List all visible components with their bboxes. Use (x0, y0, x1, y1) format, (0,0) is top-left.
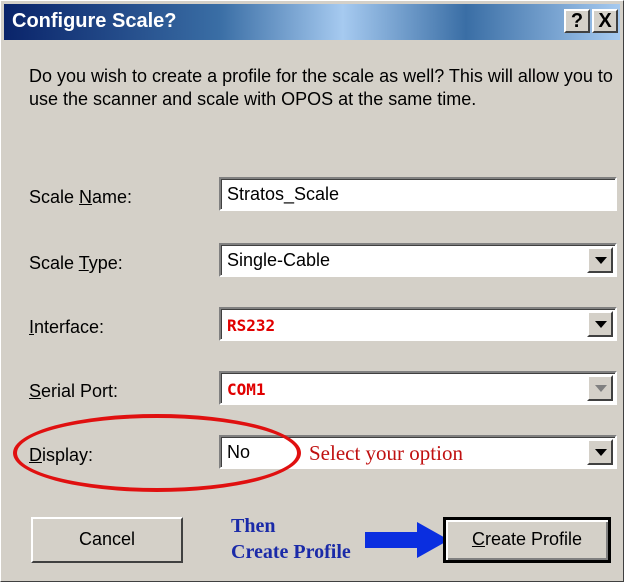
interface-select[interactable]: RS232 (219, 307, 617, 341)
scale-type-dropdown-button[interactable] (587, 247, 613, 273)
interface-dropdown-button[interactable] (587, 311, 613, 337)
scale-type-label-pre: Scale (29, 253, 79, 273)
serial-port-label-accel: S (29, 381, 42, 401)
scale-type-select[interactable]: Single-Cable (219, 243, 617, 277)
create-profile-label: reate Profile (484, 529, 583, 549)
then-line-1: Then (231, 515, 276, 537)
display-dropdown-button[interactable] (587, 439, 613, 465)
scale-type-label: Scale Type: (29, 253, 123, 274)
serial-port-label-post: erial Port: (41, 381, 119, 401)
chevron-down-icon (595, 257, 607, 264)
arrow-right-icon (365, 522, 449, 558)
help-icon: ? (570, 10, 584, 32)
scale-name-input[interactable]: Stratos_Scale (219, 177, 617, 211)
serial-port-label: Serial Port: (29, 381, 118, 402)
title-bar[interactable]: Configure Scale? ? X (4, 4, 620, 40)
display-highlight-oval (13, 414, 301, 492)
serial-port-value: COM1 (227, 380, 266, 399)
cancel-button[interactable]: Cancel (31, 517, 183, 563)
then-create-profile-annotation: Then Create Profile (231, 513, 351, 565)
scale-type-label-accel: T (78, 253, 89, 273)
scale-type-value: Single-Cable (227, 250, 331, 270)
scale-type-label-post: ype: (88, 253, 123, 273)
scale-name-value: Stratos_Scale (227, 184, 340, 204)
configure-scale-dialog: Configure Scale? ? X Do you wish to crea… (0, 0, 624, 582)
interface-value: RS232 (227, 316, 276, 335)
close-button[interactable]: X (592, 9, 618, 33)
interface-label: Interface: (29, 317, 104, 338)
chevron-down-icon (595, 449, 607, 456)
serial-port-dropdown-button[interactable] (587, 375, 613, 401)
dialog-description: Do you wish to create a profile for the … (29, 66, 613, 109)
chevron-down-icon (595, 385, 607, 392)
interface-label-post: nterface: (34, 317, 105, 337)
window-title: Configure Scale? (12, 10, 177, 32)
create-profile-button[interactable]: Create Profile (443, 517, 611, 563)
scale-name-label-pre: Scale (29, 187, 80, 207)
chevron-down-icon (595, 321, 607, 328)
close-icon: X (598, 10, 612, 32)
create-profile-label-accel: C (471, 529, 485, 549)
select-option-annotation: Select your option (309, 441, 463, 465)
help-button[interactable]: ? (564, 9, 590, 33)
scale-name-label: Scale Name: (29, 187, 132, 208)
then-line-2: Create Profile (231, 541, 351, 563)
serial-port-select[interactable]: COM1 (219, 371, 617, 405)
scale-name-label-accel: N (79, 187, 93, 207)
scale-name-label-post: ame: (92, 187, 133, 207)
